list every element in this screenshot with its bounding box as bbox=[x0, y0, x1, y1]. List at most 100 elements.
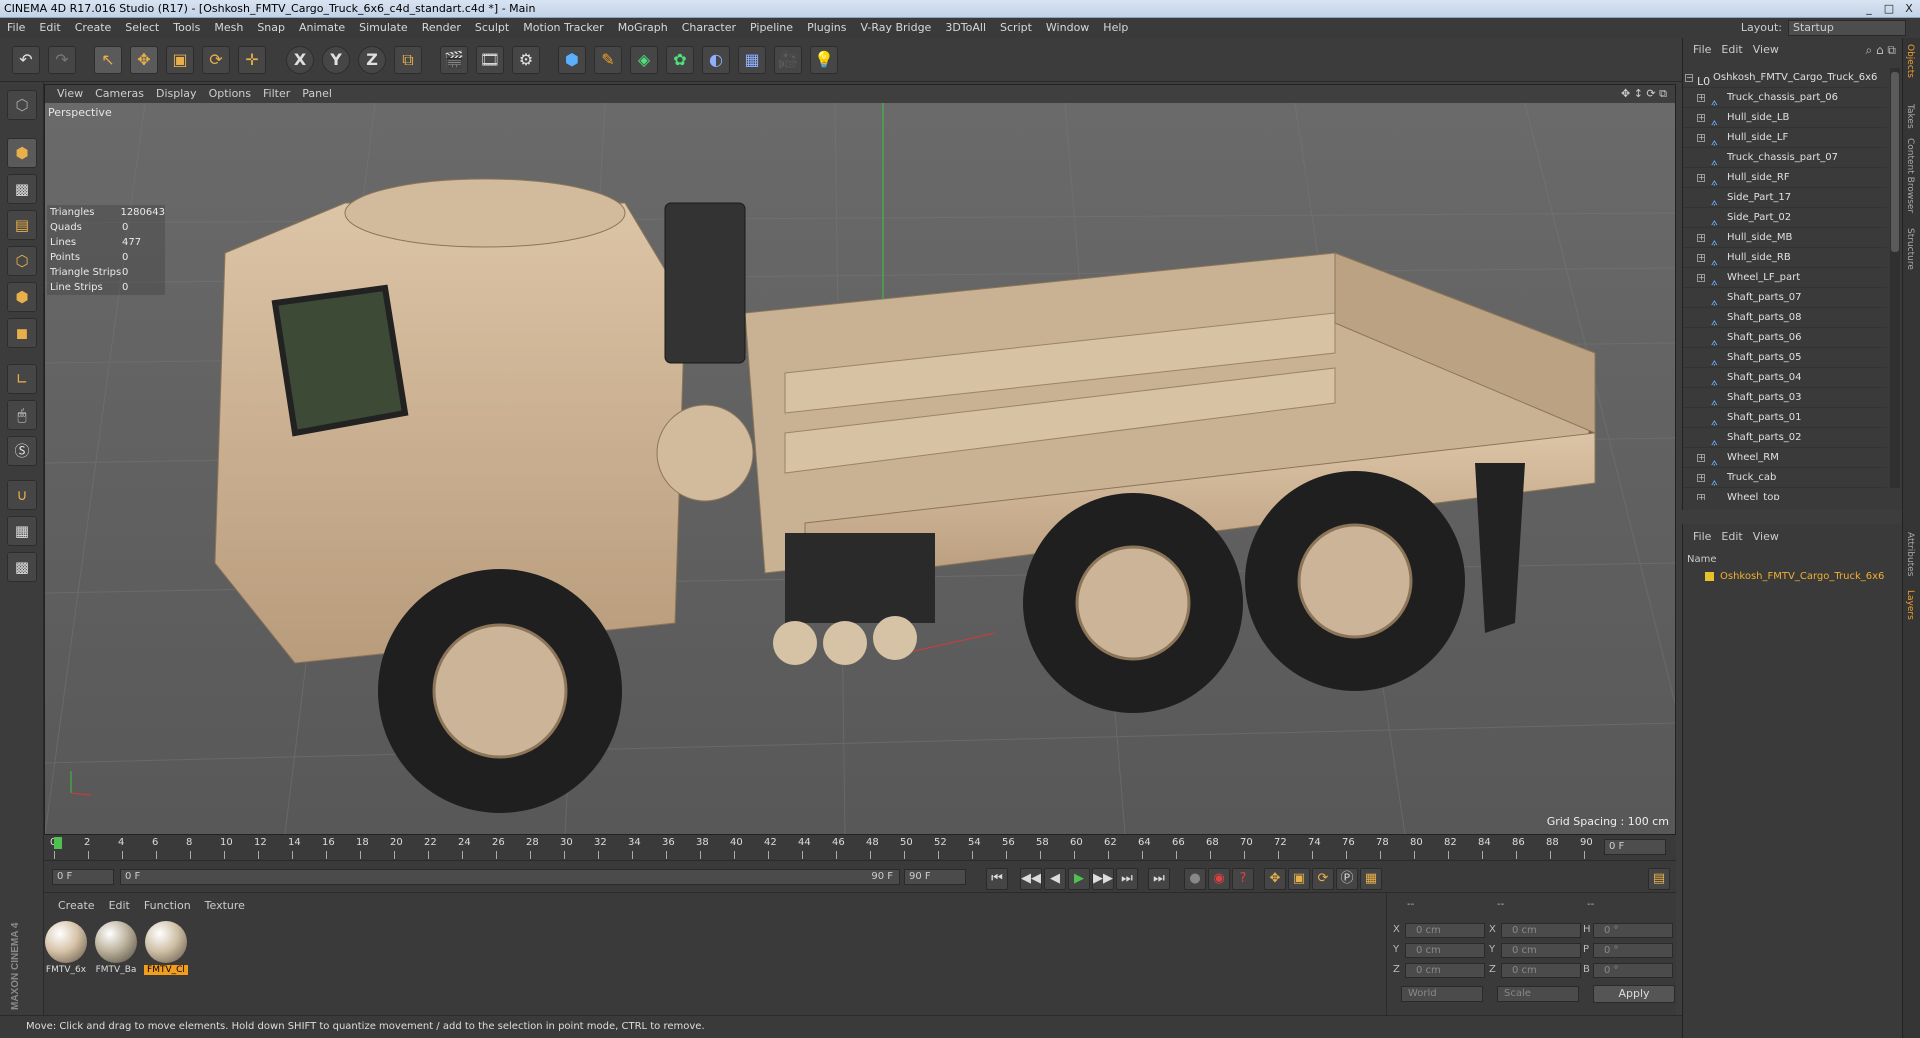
record-key-icon[interactable]: ● bbox=[1184, 868, 1206, 890]
menu-window[interactable]: Window bbox=[1046, 21, 1089, 34]
material-menu-function[interactable]: Function bbox=[144, 899, 191, 912]
material-swatch[interactable]: FMTV_Ba bbox=[94, 921, 138, 975]
pen-spline-button[interactable]: ✎ bbox=[594, 46, 622, 74]
texture-mode-icon[interactable]: ▩ bbox=[7, 174, 37, 204]
object-item[interactable]: ⟑ Shaft_parts_05 bbox=[1683, 348, 1887, 368]
apply-button[interactable]: Apply bbox=[1593, 985, 1675, 1003]
rotation-p-field[interactable]: 0 ° bbox=[1593, 943, 1673, 958]
layer-menu-file[interactable]: File bbox=[1693, 530, 1711, 543]
expand-icon[interactable]: + bbox=[1697, 234, 1705, 242]
rotate-tool-button[interactable]: ⟳ bbox=[202, 46, 230, 74]
menu-help[interactable]: Help bbox=[1103, 21, 1128, 34]
tab-attributes[interactable]: Attributes bbox=[1905, 532, 1915, 576]
menu-pipeline[interactable]: Pipeline bbox=[750, 21, 793, 34]
object-menu-edit[interactable]: Edit bbox=[1721, 43, 1742, 56]
object-item[interactable]: + ⟑ Truck_cab bbox=[1683, 468, 1887, 488]
transform-tool-button[interactable]: ✛ bbox=[238, 46, 266, 74]
autokey-icon[interactable]: ◉ bbox=[1208, 868, 1230, 890]
points-mode-icon[interactable]: ⬡ bbox=[7, 246, 37, 276]
object-item[interactable]: ⟑ Side_Part_02 bbox=[1683, 208, 1887, 228]
tab-takes[interactable]: Takes bbox=[1905, 104, 1915, 129]
deformer-button[interactable]: ◐ bbox=[702, 46, 730, 74]
object-item[interactable]: ⟑ Shaft_parts_03 bbox=[1683, 388, 1887, 408]
menu-create[interactable]: Create bbox=[75, 21, 112, 34]
expand-icon[interactable]: + bbox=[1697, 114, 1705, 122]
tab-objects[interactable]: Objects bbox=[1905, 44, 1915, 78]
object-item[interactable]: + ⟑ Hull_side_MB bbox=[1683, 228, 1887, 248]
position-x-field[interactable]: 0 cm bbox=[1405, 923, 1485, 938]
object-item[interactable]: + ⟑ Hull_side_LB bbox=[1683, 108, 1887, 128]
object-item[interactable]: + ⟑ Truck_chassis_part_06 bbox=[1683, 88, 1887, 108]
key-pla-icon[interactable]: ▦ bbox=[1360, 868, 1382, 890]
viewport-menu-panel[interactable]: Panel bbox=[302, 87, 332, 100]
layer-row[interactable]: Oshkosh_FMTV_Cargo_Truck_6x6 bbox=[1687, 568, 1887, 586]
playhead[interactable] bbox=[54, 837, 62, 849]
object-item[interactable]: + ⟑ Hull_side_LF bbox=[1683, 128, 1887, 148]
viewport-nav-icons[interactable]: ✥ ↕ ⟳ ⧉ bbox=[1621, 85, 1667, 103]
menu-3dtoall[interactable]: 3DToAll bbox=[945, 21, 986, 34]
position-y-field[interactable]: 0 cm bbox=[1405, 943, 1485, 958]
timeline[interactable]: 0246810121416182022242628303234363840424… bbox=[44, 835, 1676, 861]
x-axis-button[interactable]: X bbox=[286, 46, 314, 74]
scale-tool-button[interactable]: ▣ bbox=[166, 46, 194, 74]
object-item[interactable]: + ⟑ Hull_side_RB bbox=[1683, 248, 1887, 268]
expand-icon[interactable]: + bbox=[1697, 274, 1705, 282]
cube-primitive-button[interactable]: ⬢ bbox=[558, 46, 586, 74]
object-item[interactable]: + ⟑ Wheel_LF_part bbox=[1683, 268, 1887, 288]
magnet-icon[interactable]: ∪ bbox=[7, 480, 37, 510]
object-item[interactable]: ⟑ Shaft_parts_04 bbox=[1683, 368, 1887, 388]
coordinate-system-button[interactable]: ⧉ bbox=[394, 46, 422, 74]
layout-dropdown[interactable]: Startup bbox=[1788, 20, 1906, 36]
object-item[interactable]: + ⟑ Wheel_RM bbox=[1683, 448, 1887, 468]
timeline-icon[interactable]: ▤ bbox=[1648, 868, 1670, 890]
expand-icon[interactable]: + bbox=[1697, 494, 1705, 500]
key-scale-icon[interactable]: ▣ bbox=[1288, 868, 1310, 890]
menu-select[interactable]: Select bbox=[125, 21, 159, 34]
object-root[interactable]: − L0 Oshkosh_FMTV_Cargo_Truck_6x6 bbox=[1683, 68, 1887, 88]
tab-content-browser[interactable]: Content Browser bbox=[1905, 138, 1915, 213]
axis-mode-icon[interactable]: ∟ bbox=[7, 364, 37, 394]
menu-sculpt[interactable]: Sculpt bbox=[475, 21, 509, 34]
tweak-mode-icon[interactable]: 🖱 bbox=[7, 400, 37, 430]
size-x-field[interactable]: 0 cm bbox=[1501, 923, 1581, 938]
object-item[interactable]: ⟑ Shaft_parts_06 bbox=[1683, 328, 1887, 348]
workplane-icon[interactable]: ▤ bbox=[7, 210, 37, 240]
expand-icon[interactable]: + bbox=[1697, 94, 1705, 102]
object-search-icon[interactable]: ⌕ ⌂ ⧉ bbox=[1865, 42, 1896, 58]
object-item[interactable]: ⟑ Shaft_parts_01 bbox=[1683, 408, 1887, 428]
render-settings-button[interactable]: ⚙ bbox=[512, 46, 540, 74]
y-axis-button[interactable]: Y bbox=[322, 46, 350, 74]
key-parameter-icon[interactable]: Ⓟ bbox=[1336, 868, 1358, 890]
expand-icon[interactable]: + bbox=[1697, 174, 1705, 182]
collapse-icon[interactable]: − bbox=[1685, 74, 1693, 82]
scale-dropdown[interactable]: Scale bbox=[1497, 986, 1579, 1002]
menu-file[interactable]: File bbox=[7, 21, 25, 34]
move-tool-button[interactable]: ✥ bbox=[130, 46, 158, 74]
key-position-icon[interactable]: ✥ bbox=[1264, 868, 1286, 890]
menu-mograph[interactable]: MoGraph bbox=[618, 21, 668, 34]
viewport-menu-options[interactable]: Options bbox=[209, 87, 251, 100]
rotation-h-field[interactable]: 0 ° bbox=[1593, 923, 1673, 938]
workplane-lock-icon[interactable]: ▦ bbox=[7, 516, 37, 546]
z-axis-button[interactable]: Z bbox=[358, 46, 386, 74]
floor-button[interactable]: ▦ bbox=[738, 46, 766, 74]
grid-icon[interactable]: ▩ bbox=[7, 552, 37, 582]
cloner-button[interactable]: ✿ bbox=[666, 46, 694, 74]
viewport-menu-cameras[interactable]: Cameras bbox=[95, 87, 144, 100]
expand-icon[interactable]: + bbox=[1697, 134, 1705, 142]
object-scrollbar[interactable] bbox=[1890, 68, 1900, 488]
layer-menu-view[interactable]: View bbox=[1753, 530, 1779, 543]
menu-snap[interactable]: Snap bbox=[257, 21, 285, 34]
rotation-b-field[interactable]: 0 ° bbox=[1593, 963, 1673, 978]
object-item[interactable]: ⟑ Truck_chassis_part_07 bbox=[1683, 148, 1887, 168]
go-to-end-button[interactable]: ⏭ bbox=[1148, 868, 1170, 890]
menu-simulate[interactable]: Simulate bbox=[359, 21, 408, 34]
size-y-field[interactable]: 0 cm bbox=[1501, 943, 1581, 958]
scrollbar-thumb[interactable] bbox=[1891, 72, 1899, 252]
next-key-button[interactable]: ⏭ bbox=[1116, 868, 1138, 890]
layer-menu-edit[interactable]: Edit bbox=[1721, 530, 1742, 543]
light-button[interactable]: 💡 bbox=[810, 46, 838, 74]
go-to-start-button[interactable]: ⏮ bbox=[986, 868, 1008, 890]
end-frame-field[interactable]: 90 F bbox=[904, 869, 966, 885]
undo-button[interactable]: ↶ bbox=[12, 46, 40, 74]
